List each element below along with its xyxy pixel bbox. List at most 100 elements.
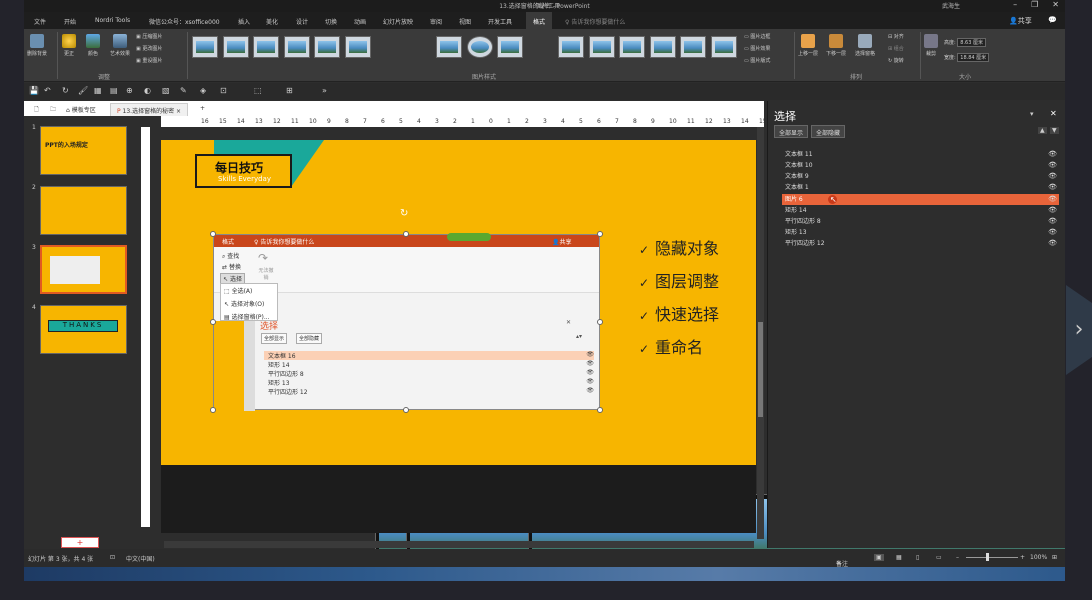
eye-icon[interactable]: 👁 — [1048, 216, 1057, 227]
picture-style-10[interactable] — [467, 36, 493, 58]
tab-format[interactable]: 格式 — [526, 12, 553, 29]
horizontal-scrollbar[interactable] — [164, 541, 754, 548]
picture-style-5[interactable] — [314, 36, 340, 58]
tab-view[interactable]: 视图 — [459, 17, 471, 26]
picture-style-15[interactable] — [619, 36, 645, 58]
pane-item[interactable]: 矩形 14 👁 — [782, 205, 1059, 216]
zoom-slider[interactable] — [966, 557, 1018, 558]
language[interactable]: 中文(中国) — [126, 554, 155, 563]
remove-bg-button[interactable]: 删除背景 — [27, 34, 47, 57]
tab-insert[interactable]: 插入 — [238, 17, 250, 26]
tool-icon[interactable]: ◐ — [144, 86, 151, 95]
pane-item[interactable]: 平行四边形 8 👁 — [782, 216, 1059, 227]
resize-handle[interactable] — [597, 231, 603, 237]
tab-review[interactable]: 审阅 — [430, 17, 442, 26]
picture-style-1[interactable] — [192, 36, 218, 58]
slide-thumb-4[interactable]: THANKS — [40, 305, 127, 354]
new-slide-button[interactable]: + — [61, 537, 99, 548]
picture-style-3[interactable] — [253, 36, 279, 58]
eye-icon[interactable]: 👁 — [1048, 182, 1057, 193]
resize-handle[interactable] — [210, 231, 216, 237]
tool-icon[interactable]: ▧ — [162, 86, 170, 95]
hide-all-button[interactable]: 全部隐藏 — [811, 125, 846, 138]
width-field[interactable]: 宽度: 18.84 厘米 — [944, 53, 990, 62]
vertical-scrollbar[interactable] — [757, 127, 764, 539]
effects-button[interactable]: ▭ 图片效果 — [744, 45, 770, 52]
eye-icon[interactable]: 👁 — [1048, 238, 1057, 249]
tool-icon[interactable]: ✎ — [180, 86, 187, 95]
resize-handle[interactable] — [210, 407, 216, 413]
resize-handle[interactable] — [210, 319, 216, 325]
slideshow-view-icon[interactable]: ▭ — [936, 554, 942, 561]
rotate-button[interactable]: ↻ 旋转 — [888, 57, 904, 64]
user-name[interactable]: 武海生 — [942, 1, 960, 10]
tab-file[interactable]: 文件 — [34, 17, 46, 26]
reading-view-icon[interactable]: ▯ — [916, 554, 919, 561]
pane-item-selected[interactable]: 图片 6 ↖ 👁 — [782, 194, 1059, 205]
zoom-thumb[interactable] — [986, 553, 989, 561]
correct-button[interactable]: 更正 — [62, 34, 76, 57]
tab-home[interactable]: 开始 — [64, 17, 76, 26]
send-backward-icon[interactable]: ▼ — [1050, 127, 1059, 134]
close-tab-icon[interactable]: × — [176, 108, 181, 115]
tell-me-search[interactable]: ♀ 告诉我你想要做什么 — [565, 17, 625, 26]
share-button[interactable]: 👤共享 — [1009, 16, 1032, 26]
sorter-view-icon[interactable]: ▦ — [896, 554, 902, 561]
tool-icon[interactable]: ⊞ — [286, 86, 293, 95]
slide-thumb-1[interactable]: PPT的入场规定 — [40, 126, 127, 175]
bring-forward-button[interactable]: 上移一层 — [798, 34, 818, 57]
align-button[interactable]: ⊟ 对齐 — [888, 33, 904, 40]
more-icon[interactable]: » — [322, 86, 327, 95]
show-all-button[interactable]: 全部显示 — [774, 125, 809, 138]
fit-slide-icon[interactable]: ⊞ — [1052, 554, 1057, 561]
scroll-thumb[interactable] — [758, 322, 763, 417]
zoom-in-icon[interactable]: + — [1020, 554, 1025, 561]
tool-icon[interactable]: ◈ — [200, 86, 206, 95]
picture-style-4[interactable] — [284, 36, 310, 58]
tab-animations[interactable]: 动画 — [354, 17, 366, 26]
reset-pic-button[interactable]: ▣ 重设图片 — [136, 57, 162, 64]
pane-item[interactable]: 文本框 11 👁 — [782, 149, 1059, 160]
pane-options-icon[interactable]: ▾ — [1030, 110, 1034, 118]
comment-icon[interactable]: 💬 — [1048, 16, 1057, 24]
eye-icon[interactable]: 👁 — [1048, 227, 1057, 238]
picture-style-13[interactable] — [558, 36, 584, 58]
compress-button[interactable]: ▣ 压缩图片 — [136, 33, 162, 40]
normal-view-icon[interactable]: ▣ — [874, 554, 884, 561]
tool-icon[interactable]: ▦ — [94, 86, 102, 95]
minimize-icon[interactable]: – — [1013, 0, 1017, 9]
rotate-handle-icon[interactable]: ↻ — [400, 208, 408, 219]
tab-current-doc[interactable]: P 13.选择窗格的秘密 × — [110, 103, 189, 116]
art-effects-button[interactable]: 艺术效果 — [110, 34, 130, 57]
tab-template[interactable]: ⌂ 模板专区 — [60, 103, 102, 116]
width-input[interactable]: 18.84 厘米 — [957, 53, 990, 62]
slide-thumb-2[interactable] — [40, 186, 127, 235]
height-input[interactable]: 8.63 厘米 — [957, 38, 987, 47]
slide-canvas[interactable]: 每日技巧 Skills Everyday 格式 ♀ 告诉我你想要做什么 👤共享 … — [161, 140, 756, 465]
picture-style-9[interactable] — [436, 36, 462, 58]
zoom-out-icon[interactable]: – — [956, 554, 959, 561]
pane-item[interactable]: 文本框 9 👁 — [782, 171, 1059, 182]
close-icon[interactable]: ✕ — [1052, 0, 1059, 9]
send-backward-button[interactable]: 下移一层 — [826, 34, 846, 57]
crop-button[interactable]: 裁剪 — [924, 34, 938, 57]
selection-tool-icon[interactable]: ⬚ — [254, 86, 262, 95]
zoom-level[interactable]: 100% — [1030, 554, 1047, 561]
change-pic-button[interactable]: ▣ 更改图片 — [136, 45, 162, 52]
bring-forward-icon[interactable]: ▲ — [1038, 127, 1047, 134]
slide-thumb-3[interactable] — [40, 245, 127, 294]
eye-icon[interactable]: 👁 — [1048, 171, 1057, 182]
pane-close-icon[interactable]: ✕ — [1050, 109, 1057, 118]
resize-handle[interactable] — [403, 231, 409, 237]
tab-nordri[interactable]: Nordri Tools — [95, 17, 130, 24]
tips-title-box[interactable]: 每日技巧 Skills Everyday — [195, 154, 292, 188]
tab-developer[interactable]: 开发工具 — [488, 17, 512, 26]
tab-beautify[interactable]: 美化 — [266, 17, 278, 26]
picture-style-2[interactable] — [223, 36, 249, 58]
picture-style-11[interactable] — [497, 36, 523, 58]
pane-item[interactable]: 平行四边形 12 👁 — [782, 238, 1059, 249]
save-icon[interactable]: 💾 — [29, 86, 39, 95]
eye-icon[interactable]: 👁 — [1048, 205, 1057, 216]
tool-icon[interactable]: ⊕ — [126, 86, 133, 95]
screenshot-image[interactable]: 格式 ♀ 告诉我你想要做什么 👤共享 ⌕ 查找 ⇄ 替换 ↖ 选择 ↷ 无法撤销… — [213, 233, 600, 411]
